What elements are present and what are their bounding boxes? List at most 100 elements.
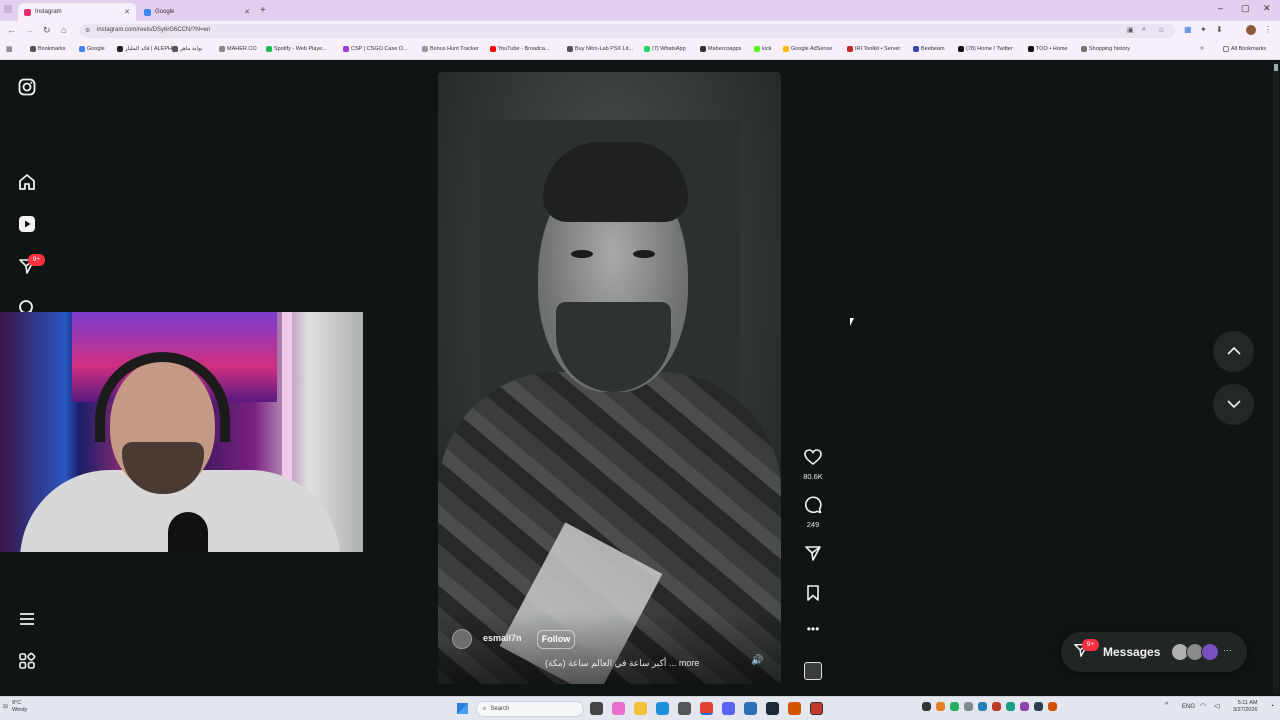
messages-button[interactable]: 9+ Messages ··· (1061, 632, 1247, 672)
all-bookmarks[interactable]: All Bookmarks (1223, 46, 1266, 52)
close-tab-icon[interactable]: ✕ (244, 8, 250, 16)
file-explorer-icon[interactable] (634, 702, 647, 715)
task-view-icon[interactable] (590, 702, 603, 715)
bookmark-item[interactable]: بوابة ماهر (172, 46, 202, 52)
bookmark-item[interactable]: Beebeam (913, 46, 945, 52)
bookmark-item[interactable]: kick (754, 46, 771, 52)
minimize-icon[interactable]: – (1218, 3, 1223, 13)
tray-app-icon[interactable] (950, 702, 959, 711)
tray-app-icon[interactable] (922, 702, 931, 711)
tray-app-icon[interactable] (1006, 702, 1015, 711)
app-icon[interactable] (810, 702, 823, 715)
extensions-puzzle-icon[interactable]: ✦ (1200, 25, 1207, 34)
downloads-icon[interactable]: ⬇ (1216, 25, 1223, 34)
home-icon[interactable]: ⌂ (61, 25, 66, 35)
bookmark-item[interactable]: Spotify - Web Playe... (266, 46, 327, 52)
discord-icon[interactable] (722, 702, 735, 715)
install-app-icon[interactable]: ▣ (1127, 26, 1134, 34)
copilot-icon[interactable] (612, 702, 625, 715)
bookmark-star-icon[interactable]: ☆ (1158, 26, 1164, 34)
bookmark-item[interactable]: Google AdSense (783, 46, 832, 52)
follow-button[interactable]: Follow (537, 630, 575, 649)
home-icon[interactable] (18, 173, 36, 194)
forward-icon[interactable]: → (25, 25, 34, 35)
store-icon[interactable] (678, 702, 691, 715)
site-info-icon[interactable]: ⚙ (85, 27, 90, 34)
save-bookmark-icon[interactable] (798, 584, 828, 607)
new-tab-button[interactable]: + (260, 5, 266, 16)
notifications-bell-icon[interactable]: ◔ (1270, 703, 1274, 710)
original-audio-thumbnail[interactable] (804, 662, 822, 680)
bookmark-item[interactable]: Shopping history (1081, 46, 1130, 52)
steam-icon[interactable] (766, 702, 779, 715)
taskbar-search[interactable]: ⌕ Search (476, 701, 584, 717)
app-icon[interactable] (788, 702, 801, 715)
reel-author-avatar[interactable] (452, 629, 472, 649)
bookmark-item[interactable]: Google (79, 46, 105, 52)
extension-icon[interactable]: ▦ (1184, 25, 1192, 34)
url-text: instagram.com/reels/DSy6rG6CCN/?hl=en (97, 27, 211, 33)
apps-grid-icon[interactable]: ▦ (6, 45, 13, 53)
page-scrollbar[interactable] (1273, 62, 1279, 694)
tray-app-icon[interactable] (1034, 702, 1043, 711)
tray-app-icon[interactable] (964, 702, 973, 711)
bookmark-item[interactable]: TOO • Home (1028, 46, 1067, 52)
address-bar[interactable]: ⚙ instagram.com/reels/DSy6rG6CCN/?hl=en … (80, 24, 1175, 38)
close-window-icon[interactable]: ✕ (1263, 3, 1271, 14)
close-tab-icon[interactable]: ✕ (124, 8, 130, 16)
chrome-icon[interactable] (700, 702, 713, 715)
system-tray-icons[interactable] (922, 702, 1057, 711)
reel-caption[interactable]: أكبر ساعة في العالم ساعة (مكة) ... more (545, 658, 725, 669)
bookmark-item[interactable]: Mahercoapps (700, 46, 741, 52)
language-indicator[interactable]: ENG (1182, 704, 1195, 710)
chevron-up-tray-icon[interactable]: ^ (1165, 702, 1168, 709)
bookmark-item[interactable]: Buy Nitro-Lab PSX Lit... (567, 46, 633, 52)
scrollbar-up-icon[interactable] (1274, 64, 1278, 71)
bookmark-item[interactable]: (7) WhatsApp (644, 46, 686, 52)
bookmark-item[interactable]: (78) Home / Twitter (958, 46, 1013, 52)
like-heart-icon[interactable] (798, 448, 828, 471)
next-reel-chevron-down-icon[interactable] (1213, 384, 1254, 425)
edge-icon[interactable] (656, 702, 669, 715)
profile-avatar[interactable] (1246, 25, 1256, 35)
tab-search-icon[interactable] (4, 5, 12, 13)
sound-on-icon[interactable]: 🔊 (751, 655, 763, 666)
zoom-icon[interactable]: ⌕ (1142, 26, 1146, 34)
app-icon[interactable] (744, 702, 757, 715)
bookmark-item[interactable]: CSP | CSGO Case O... (343, 46, 408, 52)
volume-icon[interactable]: ◁ (1214, 702, 1219, 710)
back-icon[interactable]: ← (7, 25, 16, 35)
wifi-icon[interactable]: ◠ (1200, 702, 1206, 710)
previous-reel-chevron-up-icon[interactable] (1213, 331, 1254, 372)
tray-app-icon[interactable] (978, 702, 987, 711)
instagram-logo-icon[interactable] (18, 78, 36, 99)
reload-icon[interactable]: ↻ (43, 25, 51, 36)
share-send-icon[interactable] (798, 544, 828, 567)
tray-app-icon[interactable] (992, 702, 1001, 711)
tray-app-icon[interactable] (1048, 702, 1057, 711)
taskbar-clock[interactable]: 5:11 AM 3/27/2026 (1233, 700, 1257, 714)
menu-kebab-icon[interactable]: ⋮ (1264, 25, 1272, 34)
more-bookmarks-chevron-icon[interactable]: » (1200, 45, 1204, 52)
bookmark-item[interactable]: Bookmarks (30, 46, 66, 52)
tray-app-icon[interactable] (936, 702, 945, 711)
more-options-icon[interactable]: ••• (798, 622, 828, 636)
windows-start-icon[interactable] (457, 703, 468, 714)
bookmark-item[interactable]: Bonus Hunt Tracker (422, 46, 479, 52)
bookmark-item[interactable]: YouTube - Broadca... (490, 46, 550, 52)
bookmark-item[interactable]: IRI Toolkit • Server (847, 46, 900, 52)
bookmark-item[interactable]: قائد المليار | ALEPH... (117, 46, 177, 52)
tab-instagram[interactable]: Instagram ✕ (18, 3, 136, 21)
reels-icon[interactable] (18, 215, 36, 236)
reel-video[interactable]: esmail7n Follow أكبر ساعة في العالم ساعة… (438, 72, 781, 684)
reel-author-username[interactable]: esmail7n (483, 633, 522, 643)
comment-count: 249 (806, 520, 820, 529)
maximize-icon[interactable]: ▢ (1241, 3, 1250, 14)
tray-app-icon[interactable] (1020, 702, 1029, 711)
comment-icon[interactable] (798, 496, 828, 519)
more-menu-icon[interactable] (18, 610, 36, 631)
bookmark-item[interactable]: MAHER.CO (219, 46, 257, 52)
tab-google[interactable]: Google ✕ (138, 3, 256, 21)
also-from-meta-icon[interactable] (18, 652, 36, 673)
weather-widget[interactable]: 9°C Windy (12, 700, 27, 714)
